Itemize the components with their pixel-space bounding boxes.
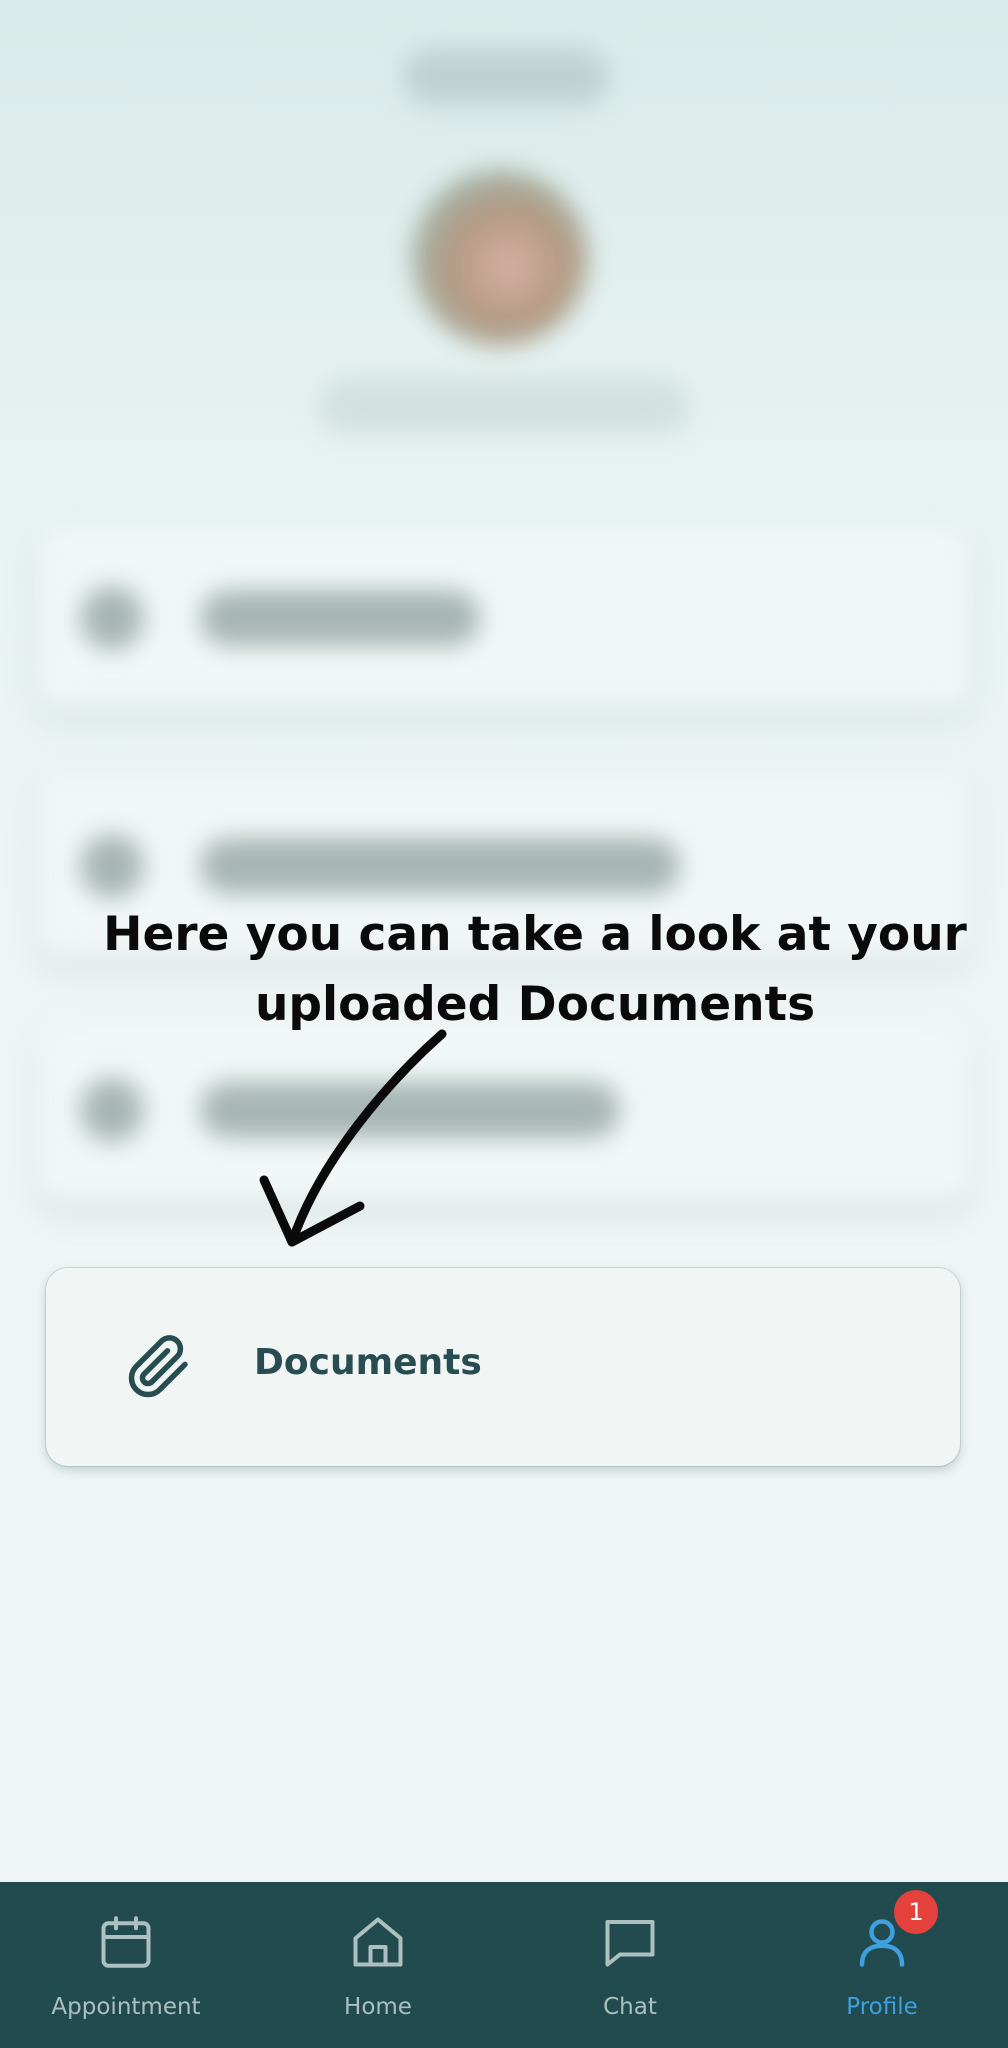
blurred-menu-card [40, 528, 968, 708]
blurred-user-name [318, 378, 690, 434]
nav-label-appointment: Appointment [51, 1994, 201, 2020]
paperclip-icon [128, 1335, 188, 1398]
blurred-header-title [402, 48, 610, 106]
blurred-menu-icon [80, 834, 144, 898]
annotation-line-1: Here you can take a look at your [103, 907, 967, 962]
documents-menu-item[interactable]: Documents [46, 1268, 960, 1466]
nav-label-chat: Chat [603, 1994, 657, 2020]
pointer-arrow-icon [259, 1029, 447, 1247]
calendar-icon [101, 1916, 151, 1968]
blurred-menu-label [200, 838, 680, 894]
blurred-menu-icon [80, 586, 144, 650]
documents-label: Documents [254, 1342, 482, 1383]
annotation-line-2: uploaded Documents [254, 977, 816, 1032]
nav-item-home[interactable]: Home [252, 1882, 504, 2048]
blurred-menu-icon [80, 1078, 144, 1142]
blurred-avatar [412, 170, 588, 346]
notification-badge: 1 [894, 1890, 938, 1934]
chat-icon [605, 1920, 655, 1967]
nav-label-home: Home [344, 1994, 412, 2020]
nav-item-profile[interactable]: 1 Profile [756, 1882, 1008, 2048]
nav-label-profile: Profile [846, 1994, 918, 2020]
tutorial-annotation: Here you can take a look at your uploade… [100, 900, 970, 1040]
blurred-menu-card [40, 1020, 968, 1200]
bottom-navigation: Appointment Home Chat 1 Profile [0, 1882, 1008, 2048]
nav-item-appointment[interactable]: Appointment [0, 1882, 252, 2048]
nav-item-chat[interactable]: Chat [504, 1882, 756, 2048]
home-icon [353, 1917, 403, 1967]
blurred-menu-label [200, 590, 480, 646]
